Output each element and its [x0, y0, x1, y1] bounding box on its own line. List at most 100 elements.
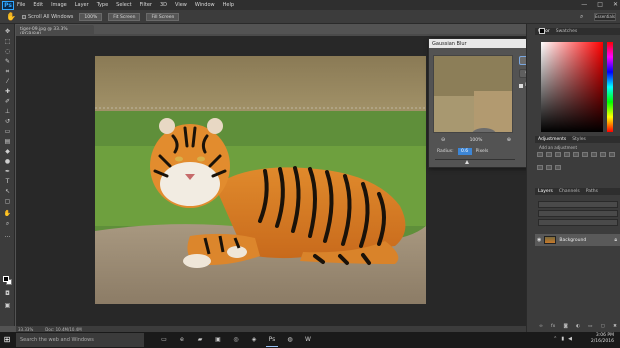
menu-window[interactable]: Window — [195, 2, 215, 8]
menu-help[interactable]: Help — [223, 2, 234, 8]
foreground-color-swatch[interactable] — [3, 276, 9, 282]
menu-filter[interactable]: Filter — [140, 2, 152, 8]
workspace-switcher[interactable]: Essentials — [594, 13, 616, 21]
edge-browser-icon[interactable]: e — [176, 333, 188, 347]
radius-slider-track[interactable] — [435, 159, 515, 160]
quick-select-tool-icon[interactable]: ✎ — [3, 58, 12, 66]
taskbar-search-box[interactable]: Search the web and Windows — [16, 333, 144, 347]
tab-layers[interactable]: Layers — [538, 189, 553, 194]
photo-filter-icon[interactable] — [609, 152, 615, 157]
app-icon[interactable]: ◍ — [284, 333, 296, 347]
word-icon[interactable]: W — [302, 333, 314, 347]
invert-icon[interactable] — [546, 164, 552, 170]
new-adjustment-icon[interactable]: ◐ — [576, 324, 580, 330]
black-white-icon[interactable] — [600, 152, 606, 157]
document-tab[interactable]: tiger-09.jpg @ 33.3% (RGB/8#) — [16, 25, 94, 37]
hue-slider[interactable] — [607, 42, 613, 132]
tab-channels[interactable]: Channels — [559, 189, 580, 194]
system-clock[interactable]: 3:06 PM 2/16/2016 — [591, 333, 614, 345]
file-explorer-icon[interactable]: ▰ — [194, 333, 206, 347]
tab-swatches[interactable]: Swatches — [556, 29, 578, 34]
menu-file[interactable]: File — [17, 2, 25, 8]
volume-icon[interactable]: ◀ — [568, 336, 572, 342]
color-balance-icon[interactable] — [591, 152, 597, 157]
tab-paths[interactable]: Paths — [586, 189, 598, 194]
eyedropper-tool-icon[interactable]: ⁄ — [3, 78, 12, 86]
close-button[interactable]: ✕ — [613, 1, 618, 8]
brush-tool-icon[interactable]: ✐ — [3, 98, 12, 106]
healing-brush-tool-icon[interactable]: ✚ — [3, 88, 12, 96]
fill-screen-button[interactable]: Fill Screen — [146, 12, 180, 21]
move-tool-icon[interactable]: ✥ — [3, 28, 12, 36]
windows-start-icon[interactable]: ⊞ — [0, 332, 14, 348]
more-tools-icon[interactable]: … — [3, 232, 12, 240]
delete-layer-icon[interactable]: ✖ — [613, 324, 617, 330]
store-icon[interactable]: ▣ — [212, 333, 224, 347]
checkbox-box[interactable] — [22, 14, 26, 19]
menu-3d[interactable]: 3D — [160, 2, 167, 8]
history-brush-tool-icon[interactable]: ↺ — [3, 118, 12, 126]
search-icon[interactable]: ⌕ — [580, 13, 590, 21]
fit-screen-button[interactable]: Fit Screen — [108, 12, 141, 21]
exposure-icon[interactable] — [564, 152, 570, 157]
brightness-icon[interactable] — [537, 152, 543, 157]
layer-style-icon[interactable]: fx — [551, 324, 555, 330]
marquee-tool-icon[interactable]: ⬚ — [3, 38, 12, 46]
add-mask-icon[interactable]: ◙ — [563, 324, 567, 330]
screen-mode-icon[interactable]: ▣ — [3, 302, 12, 310]
zoom-in-icon[interactable]: ⊕ — [507, 137, 511, 143]
color-picker-field[interactable] — [541, 42, 603, 132]
chevron-up-icon[interactable]: ⌃ — [553, 336, 557, 342]
type-tool-icon[interactable]: T — [3, 178, 12, 186]
eraser-tool-icon[interactable]: ▭ — [3, 128, 12, 136]
dodge-tool-icon[interactable]: ● — [3, 158, 12, 166]
menu-edit[interactable]: Edit — [33, 2, 43, 8]
status-zoom[interactable]: 33.33% — [18, 327, 33, 332]
layer-row[interactable]: ◉ Background 🔒︎ — [535, 234, 620, 246]
hand-tool-icon[interactable]: ✋ — [6, 12, 16, 22]
menu-select[interactable]: Select — [116, 2, 131, 8]
channel-mixer-icon[interactable] — [537, 164, 543, 170]
preview-checkbox-box[interactable] — [519, 83, 523, 88]
curves-icon[interactable] — [555, 152, 561, 157]
hue-saturation-icon[interactable] — [582, 152, 588, 157]
radius-slider-thumb[interactable] — [465, 160, 469, 164]
menu-layer[interactable]: Layer — [75, 2, 89, 8]
media-icon[interactable]: ◈ — [248, 333, 260, 347]
tab-styles[interactable]: Styles — [572, 137, 586, 142]
gradient-tool-icon[interactable]: ▤ — [3, 138, 12, 146]
radius-input[interactable]: 0.6 — [457, 148, 472, 155]
link-layers-icon[interactable]: ∞ — [539, 324, 543, 330]
pen-tool-icon[interactable]: ✒ — [3, 168, 12, 176]
menu-view[interactable]: View — [175, 2, 187, 8]
zoom-out-icon[interactable]: ⊖ — [441, 137, 445, 143]
photoshop-taskbar-icon[interactable]: Ps — [266, 333, 278, 347]
lasso-tool-icon[interactable]: ◌ — [3, 48, 12, 56]
tiger-image[interactable] — [95, 56, 426, 304]
menu-image[interactable]: Image — [51, 2, 67, 8]
path-select-tool-icon[interactable]: ↖ — [3, 188, 12, 196]
zoom-tool-icon[interactable]: ⌕ — [3, 220, 12, 228]
blend-mode-dropdown[interactable] — [538, 210, 618, 217]
chrome-icon[interactable]: ◎ — [230, 333, 242, 347]
maximize-button[interactable]: □ — [597, 1, 603, 8]
vibrance-icon[interactable] — [573, 152, 579, 157]
visibility-eye-icon[interactable]: ◉ — [537, 237, 541, 243]
tab-adjustments[interactable]: Adjustments — [538, 137, 566, 142]
color-panel-foreground-swatch[interactable] — [539, 28, 545, 34]
layer-filter-dropdown[interactable] — [538, 201, 618, 208]
network-icon[interactable]: ▮ — [561, 336, 564, 342]
task-view-icon[interactable]: ▭ — [158, 333, 170, 347]
quick-mask-icon[interactable]: ◘ — [3, 290, 12, 298]
foreground-background-colors[interactable] — [3, 276, 12, 285]
minimize-button[interactable]: — — [581, 1, 587, 8]
blur-tool-icon[interactable]: ◆ — [3, 148, 12, 156]
crop-tool-icon[interactable]: ⌗ — [3, 68, 12, 76]
menu-type[interactable]: Type — [97, 2, 108, 8]
shape-tool-icon[interactable]: ▢ — [3, 198, 12, 206]
scroll-all-windows-checkbox[interactable]: Scroll All Windows — [22, 14, 73, 20]
zoom-100-button[interactable]: 100% — [79, 12, 103, 21]
hand-tool-icon[interactable]: ✋ — [3, 210, 12, 218]
lock-controls[interactable] — [538, 219, 618, 226]
new-group-icon[interactable]: ▭ — [588, 324, 592, 330]
